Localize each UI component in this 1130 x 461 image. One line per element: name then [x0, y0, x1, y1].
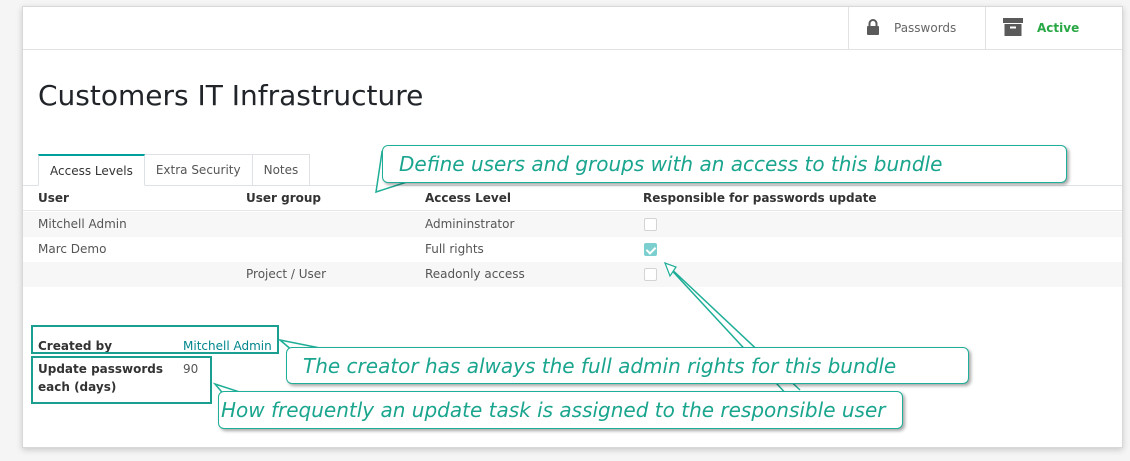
tab-notes[interactable]: Notes — [251, 154, 311, 186]
callout-update-frequency: How frequently an update task is assigne… — [218, 391, 903, 429]
active-label: Active — [1037, 21, 1080, 35]
tab-extra-security[interactable]: Extra Security — [143, 154, 253, 186]
table-row[interactable]: Project / User Readonly access — [23, 262, 1122, 287]
responsible-checkbox-checked[interactable] — [644, 243, 657, 256]
table-header: User User group Access Level Responsible… — [23, 186, 1122, 211]
active-toggle-button[interactable]: Active — [985, 7, 1124, 49]
lock-icon — [866, 18, 880, 38]
cell-access-level: Readonly access — [425, 267, 525, 281]
record-title: Customers IT Infrastructure — [38, 79, 424, 112]
callout-creator-rights: The creator has always the full admin ri… — [286, 347, 969, 384]
cell-user: Marc Demo — [38, 242, 107, 256]
tab-access-levels[interactable]: Access Levels — [38, 154, 145, 186]
callout-access-levels: Define users and groups with an access t… — [382, 145, 1067, 183]
responsible-checkbox[interactable] — [644, 268, 657, 281]
button-box: Passwords Active — [23, 7, 1122, 50]
column-header-responsible[interactable]: Responsible for passwords update — [643, 186, 877, 211]
column-header-user-group[interactable]: User group — [246, 186, 321, 211]
table-row[interactable]: Mitchell Admin Admininstrator — [23, 212, 1122, 237]
created-by-highlight — [31, 325, 279, 354]
responsible-checkbox[interactable] — [644, 218, 657, 231]
notebook-tabs: Access Levels Extra Security Notes — [38, 154, 311, 186]
cell-user-group: Project / User — [246, 267, 327, 281]
column-header-access-level[interactable]: Access Level — [425, 186, 511, 211]
passwords-label: Passwords — [894, 21, 957, 35]
passwords-smart-button[interactable]: Passwords — [848, 7, 985, 49]
archive-icon — [1003, 17, 1023, 39]
table-row[interactable]: Marc Demo Full rights — [23, 237, 1122, 262]
update-days-highlight — [31, 356, 212, 404]
column-header-user[interactable]: User — [38, 186, 69, 211]
cell-access-level: Admininstrator — [425, 217, 515, 231]
cell-access-level: Full rights — [425, 242, 484, 256]
cell-user: Mitchell Admin — [38, 217, 127, 231]
